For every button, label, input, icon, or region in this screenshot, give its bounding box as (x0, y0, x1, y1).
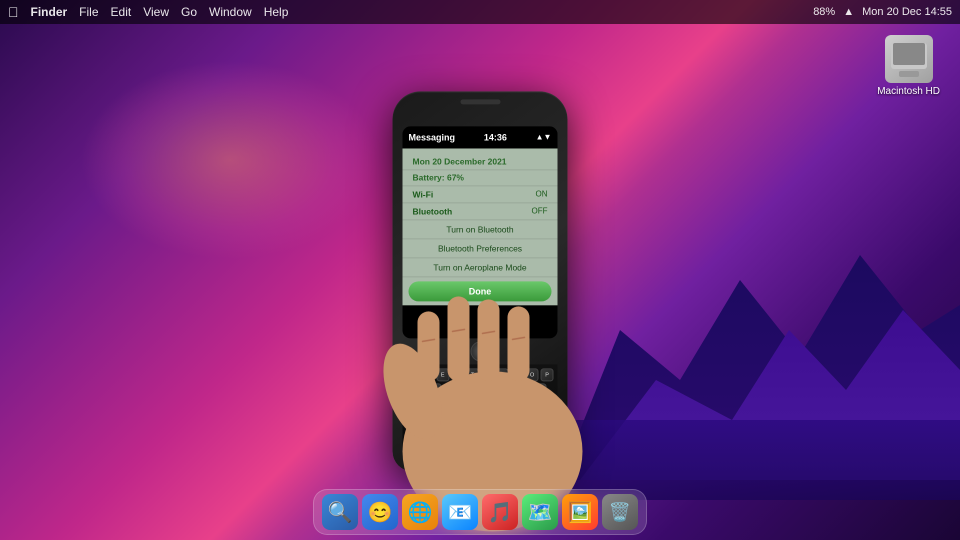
view-menu[interactable]: View (143, 5, 169, 19)
hand-svg (353, 131, 633, 540)
hd-label-text: Macintosh HD (877, 86, 940, 97)
macintosh-hd-icon[interactable]: Macintosh HD (877, 35, 940, 97)
dock-icon-finder[interactable]: 😊 (362, 494, 398, 530)
hd-drive-svg (885, 35, 933, 83)
dock-icon-trash[interactable]: 🗑️ (602, 494, 638, 530)
ear-piece (460, 99, 500, 104)
help-menu[interactable]: Help (264, 5, 289, 19)
hd-icon-image (885, 35, 933, 83)
dock-icon-browser[interactable]: 🌐 (402, 494, 438, 530)
datetime-display: Mon 20 Dec 14:55 (862, 6, 952, 18)
menubar-left:  Finder File Edit View Go Window Help (8, 4, 288, 20)
sky-glow (80, 60, 380, 260)
dock-icon-maps[interactable]: 🗺️ (522, 494, 558, 530)
phone-in-hand: Messaging 14:36 ▲▼ Mon 20 December 2021 … (393, 91, 568, 471)
dock-icon-mail[interactable]: 📧 (442, 494, 478, 530)
dock: 🔍 😊 🌐 📧 🎵 🗺️ 🖼️ 🗑️ (313, 489, 647, 535)
wifi-icon: ▲ (843, 6, 854, 18)
dock-icon-launchpad[interactable]: 🔍 (322, 494, 358, 530)
go-menu[interactable]: Go (181, 5, 197, 19)
dock-icon-music[interactable]: 🎵 (482, 494, 518, 530)
battery-status: 88% (813, 6, 835, 18)
file-menu[interactable]: File (79, 5, 98, 19)
apple-logo-icon[interactable]:  (8, 4, 19, 20)
menubar:  Finder File Edit View Go Window Help 8… (0, 0, 960, 24)
desktop:  Finder File Edit View Go Window Help 8… (0, 0, 960, 540)
dock-icon-photos[interactable]: 🖼️ (562, 494, 598, 530)
menubar-right: 88% ▲ Mon 20 Dec 14:55 (813, 6, 952, 18)
window-menu[interactable]: Window (209, 5, 252, 19)
edit-menu[interactable]: Edit (111, 5, 132, 19)
finder-menu[interactable]: Finder (31, 5, 68, 19)
